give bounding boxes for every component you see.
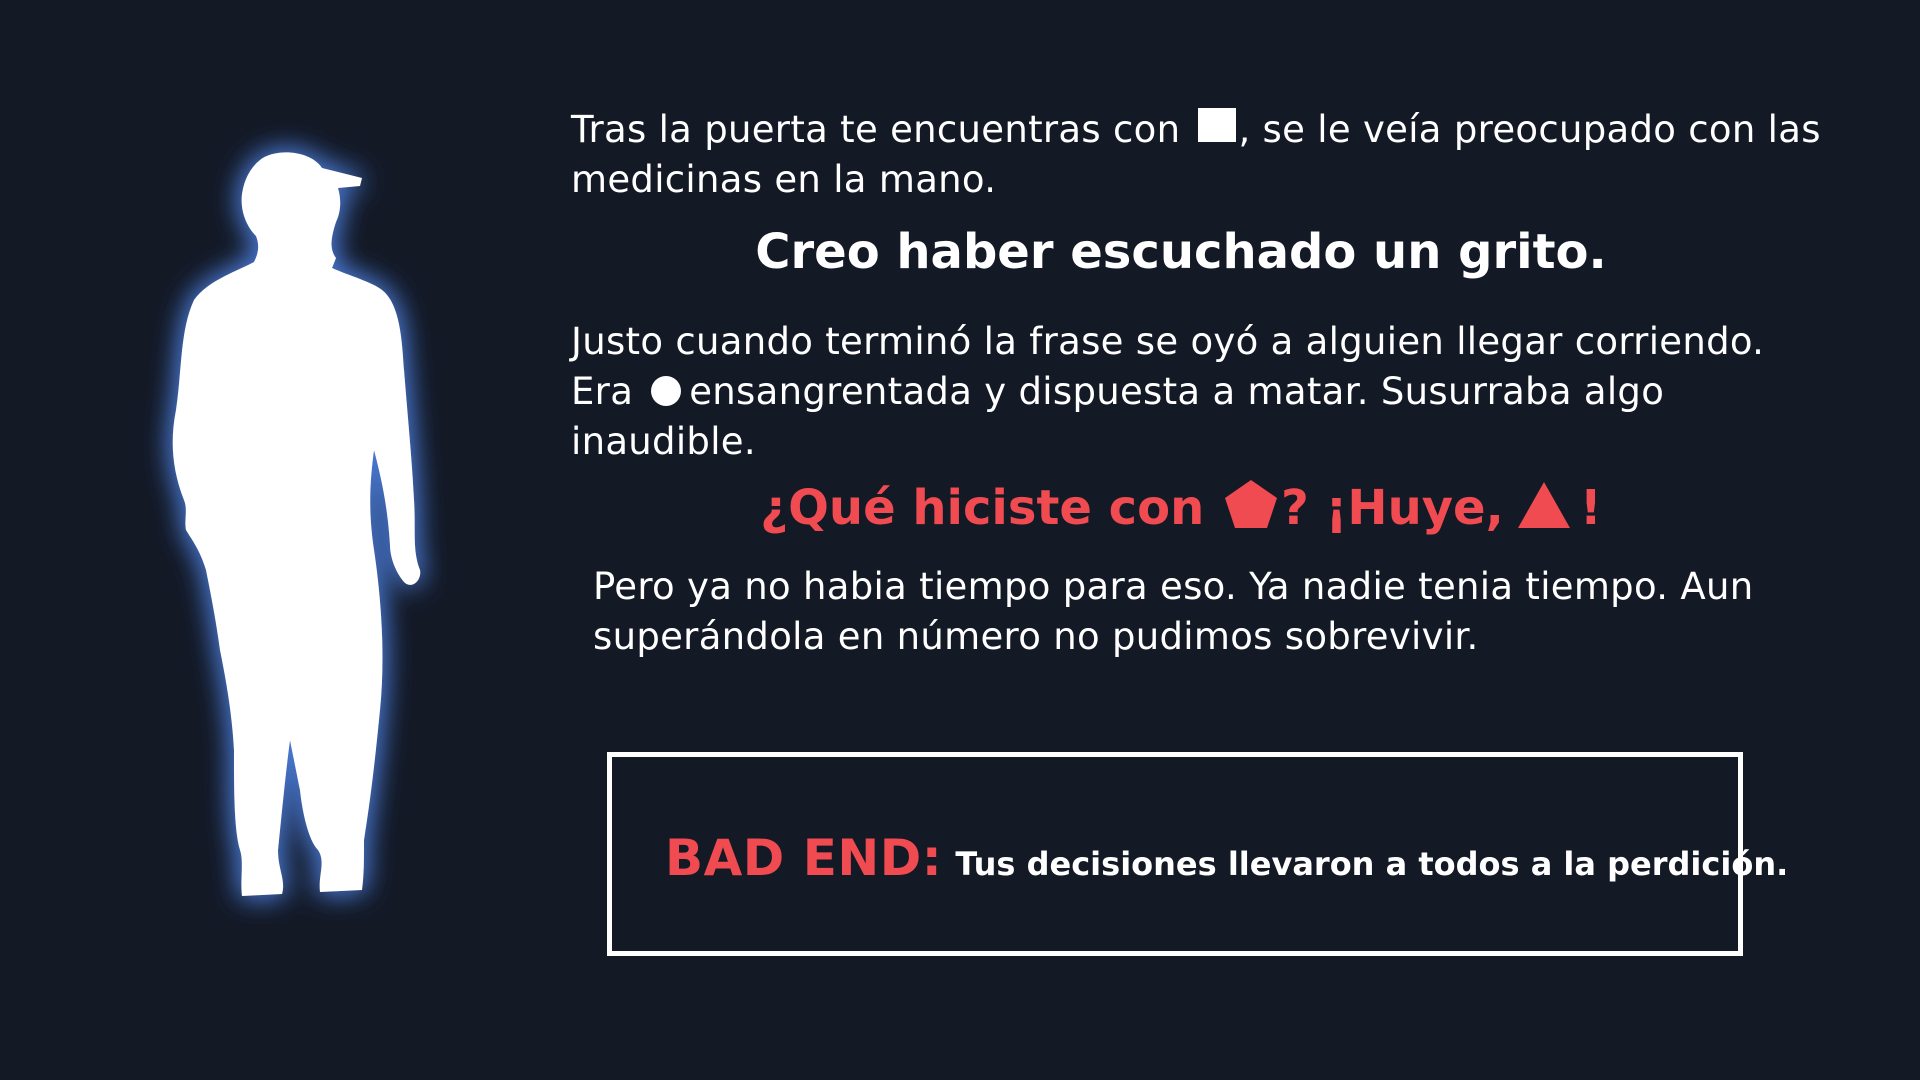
ending-banner: BAD END: Tus decisiones llevaron a todos… [607,752,1788,956]
red-pentagon-icon [1224,480,1277,528]
ending-label: BAD END: [665,829,943,887]
paragraph-door-start: Tras la puerta te encuentras con [571,108,1181,151]
headline-threat: ¿Qué hiciste con ? ¡Huye,! [571,478,1791,538]
white-square-icon [1198,108,1237,142]
white-circle-icon [651,376,682,406]
paragraph-door: Tras la puerta te encuentras con , se le… [571,105,1831,205]
ending-text: Tus decisiones llevaron a todos a la per… [955,845,1789,883]
paragraph-arrival-end: ensangrentada y dispuesta a matar. Susur… [571,370,1665,463]
headline-threat-part1: ¿Qué hiciste con [760,480,1205,536]
paragraph-arrival: Justo cuando terminó la frase se oyó a a… [571,317,1831,467]
headline-threat-part2: ? ¡Huye, [1280,480,1504,536]
paragraph-ending: Pero ya no habia tiempo para eso. Ya nad… [593,565,1754,658]
ending-line: BAD END: Tus decisiones llevaron a todos… [665,829,1788,887]
red-triangle-icon [1517,482,1570,528]
character-silhouette [150,150,450,920]
headline-scream: Creo haber escuchado un grito. [755,224,1607,280]
man-silhouette-icon [172,152,421,896]
headline-threat-part3: ! [1579,480,1602,536]
